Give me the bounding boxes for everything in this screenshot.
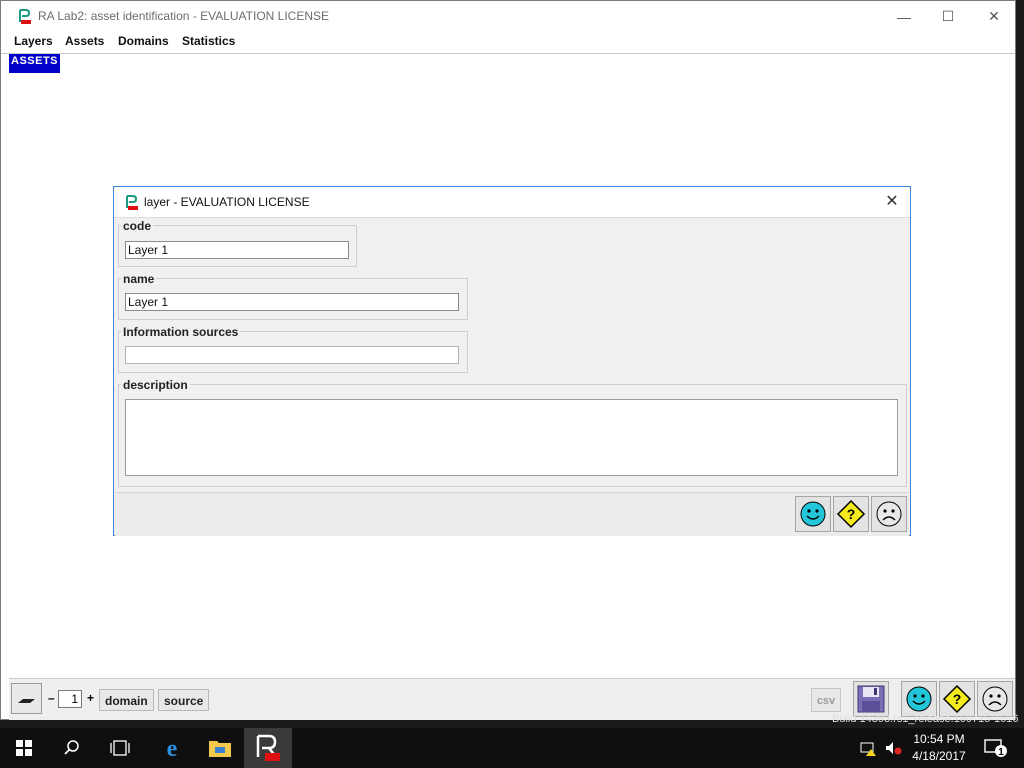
notification-icon: 1 (984, 739, 1007, 758)
svg-text:e: e (167, 736, 178, 760)
layer-stepper-input[interactable]: 1 (58, 690, 82, 708)
build-watermark: Build 14393.rs1_release.160715-1616 (832, 713, 1019, 725)
task-view-button[interactable] (96, 728, 144, 768)
start-button[interactable] (0, 728, 48, 768)
layer-dialog: layer - EVALUATION LICENSE ✕ code Layer … (113, 186, 911, 536)
menu-layers[interactable]: Layers (14, 34, 53, 48)
close-button[interactable]: ✕ (971, 1, 1017, 32)
description-textarea[interactable] (125, 399, 898, 476)
dialog-footer: ? (115, 492, 909, 536)
svg-text:?: ? (847, 506, 856, 522)
ok-button[interactable] (901, 681, 937, 717)
menu-statistics[interactable]: Statistics (182, 34, 235, 48)
dialog-close-button[interactable]: ✕ (882, 192, 902, 212)
notification-count: 1 (998, 747, 1004, 758)
name-input[interactable]: Layer 1 (125, 293, 459, 311)
stepper-minus[interactable]: – (48, 691, 55, 705)
clock-time: 10:54 PM (913, 732, 965, 746)
domain-button[interactable]: domain (99, 689, 154, 711)
dialog-title-bar: layer - EVALUATION LICENSE ✕ (114, 187, 910, 218)
volume-muted-icon (886, 742, 902, 755)
assets-layer-label[interactable]: ASSETS (9, 54, 61, 73)
clock-date: 4/18/2017 (912, 749, 966, 763)
search-icon (64, 740, 79, 755)
frown-icon (982, 686, 1008, 712)
minimize-button[interactable]: — (881, 1, 927, 32)
help-button[interactable]: ? (939, 681, 975, 717)
layer-icon (18, 699, 35, 703)
app-logo-icon (18, 9, 32, 24)
window-title: RA Lab2: asset identification - EVALUATI… (38, 9, 330, 23)
edge-browser-button[interactable]: e (148, 728, 196, 768)
floppy-disk-icon (857, 685, 885, 713)
maximize-button[interactable]: ☐ (925, 1, 971, 32)
smiley-icon (906, 686, 932, 712)
app-logo-icon (126, 195, 138, 210)
menu-bar: Layers Assets Domains Statistics (1, 32, 1015, 54)
edge-icon: e (167, 736, 178, 760)
taskbar: e 10:54 PM 4/18/2017 1 (0, 728, 1024, 768)
smiley-icon (800, 501, 826, 527)
ra-app-icon (256, 734, 280, 761)
network-warning-icon (860, 742, 876, 756)
cancel-button[interactable] (977, 681, 1013, 717)
title-bar: RA Lab2: asset identification - EVALUATI… (1, 1, 1015, 32)
windows-logo-icon (16, 740, 32, 756)
code-input[interactable]: Layer 1 (125, 241, 349, 259)
layer-view-button[interactable] (11, 683, 42, 714)
question-icon: ? (836, 499, 866, 529)
file-explorer-button[interactable] (196, 728, 244, 768)
system-clock[interactable]: 10:54 PM 4/18/2017 (906, 731, 972, 765)
volume-tray-button[interactable] (882, 728, 904, 768)
info-sources-label: Information sources (121, 325, 241, 339)
svg-text:?: ? (953, 691, 962, 707)
dialog-title: layer - EVALUATION LICENSE (144, 195, 310, 209)
search-button[interactable] (48, 728, 96, 768)
network-tray-button[interactable] (858, 728, 880, 768)
code-label: code (121, 219, 154, 233)
menu-assets[interactable]: Assets (65, 34, 104, 48)
action-center-button[interactable]: 1 (976, 728, 1016, 768)
save-button[interactable] (853, 681, 889, 717)
csv-button[interactable]: csv (811, 688, 841, 712)
dialog-help-button[interactable]: ? (833, 496, 869, 532)
description-label: description (121, 378, 190, 392)
task-view-icon (110, 740, 130, 756)
name-label: name (121, 272, 157, 286)
menu-domains[interactable]: Domains (118, 34, 169, 48)
source-button[interactable]: source (158, 689, 210, 711)
dialog-cancel-button[interactable] (871, 496, 907, 532)
info-sources-input[interactable] (125, 346, 459, 364)
question-icon: ? (942, 684, 972, 714)
ra-app-taskbar-button[interactable] (244, 728, 292, 768)
folder-icon (209, 741, 231, 757)
stepper-plus[interactable]: + (87, 691, 94, 705)
frown-icon (876, 501, 902, 527)
dialog-ok-button[interactable] (795, 496, 831, 532)
